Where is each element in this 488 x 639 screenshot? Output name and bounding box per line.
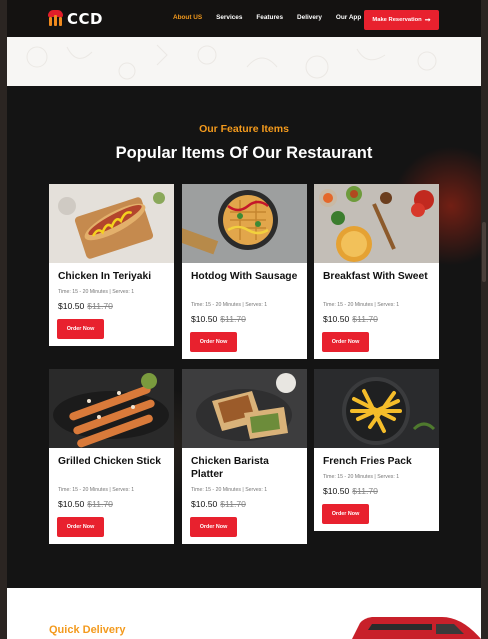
item-name: Chicken Barista Platter xyxy=(191,456,269,480)
item-prices: $10.50 $11.70 xyxy=(191,499,246,509)
waffle-pan-photo xyxy=(182,184,307,263)
item-meta: Time: 15 - 20 Minutes | Serves: 1 xyxy=(323,302,400,308)
item-name: French Fries Pack xyxy=(323,456,412,467)
delivery-kicker: Quick Delivery xyxy=(49,624,126,636)
scrollbar-track[interactable] xyxy=(481,0,488,639)
section-kicker: Our Feature Items xyxy=(199,123,289,135)
item-meta: Time: 15 - 20 Minutes | Serves: 1 xyxy=(58,487,135,493)
menu-item-card[interactable]: Grilled Chicken Stick Time: 15 - 20 Minu… xyxy=(49,369,174,544)
delivery-section: Quick Delivery xyxy=(7,588,481,639)
menu-item-card[interactable]: Chicken In Teriyaki Time: 15 - 20 Minute… xyxy=(49,184,174,346)
wrap-platter-photo xyxy=(182,369,307,448)
sauce-bowls-photo xyxy=(314,184,439,263)
item-name: Grilled Chicken Stick xyxy=(58,456,162,467)
menu-item-card[interactable]: French Fries Pack Time: 15 - 20 Minutes … xyxy=(314,369,439,531)
item-price: $10.50 xyxy=(191,499,218,509)
feature-items-section: Our Feature Items Popular Items Of Our R… xyxy=(7,86,481,588)
item-meta: Time: 15 - 20 Minutes | Serves: 1 xyxy=(191,302,268,308)
order-now-button[interactable]: Order Now xyxy=(57,319,104,339)
order-now-button[interactable]: Order Now xyxy=(57,517,104,537)
item-old-price: $11.70 xyxy=(220,314,246,324)
menu-item-card[interactable]: Breakfast With Sweet Time: 15 - 20 Minut… xyxy=(314,184,439,359)
logo[interactable]: CCD xyxy=(47,9,103,29)
nav-link-about[interactable]: About US xyxy=(173,14,202,21)
item-prices: $10.50 $11.70 xyxy=(323,486,378,496)
item-name: Chicken In Teriyaki xyxy=(58,271,152,282)
nav-link-services[interactable]: Services xyxy=(216,14,242,21)
hotdog-photo xyxy=(49,184,174,263)
item-prices: $10.50 $11.70 xyxy=(58,499,113,509)
item-prices: $10.50 $11.70 xyxy=(58,301,113,311)
chef-hat-logo-icon xyxy=(47,10,65,28)
item-old-price: $11.70 xyxy=(87,301,113,311)
item-price: $10.50 xyxy=(58,499,85,509)
item-price: $10.50 xyxy=(323,486,350,496)
item-name: Hotdog With Sausage xyxy=(191,271,298,282)
item-meta: Time: 15 - 20 Minutes | Serves: 1 xyxy=(58,289,135,295)
menu-item-card[interactable]: Chicken Barista Platter Time: 15 - 20 Mi… xyxy=(182,369,307,544)
skewers-photo xyxy=(49,369,174,448)
make-reservation-label: Make Reservation xyxy=(372,17,422,23)
page-frame: CCD About US Services Features Delivery … xyxy=(7,0,481,639)
item-meta: Time: 15 - 20 Minutes | Serves: 1 xyxy=(323,474,400,480)
nav-link-features[interactable]: Features xyxy=(256,14,283,21)
item-prices: $10.50 $11.70 xyxy=(323,314,378,324)
section-title: Popular Items Of Our Restaurant xyxy=(115,144,373,162)
scrollbar-thumb[interactable] xyxy=(482,222,486,282)
decorative-pattern-strip xyxy=(7,37,481,86)
make-reservation-button[interactable]: Make Reservation ➞ xyxy=(364,10,439,30)
item-old-price: $11.70 xyxy=(87,499,113,509)
order-now-button[interactable]: Order Now xyxy=(190,332,237,352)
delivery-van-image xyxy=(352,617,481,639)
top-navbar: CCD About US Services Features Delivery … xyxy=(7,0,481,37)
item-old-price: $11.70 xyxy=(352,486,378,496)
nav-link-delivery[interactable]: Delivery xyxy=(297,14,322,21)
item-price: $10.50 xyxy=(58,301,85,311)
nav-link-our-app[interactable]: Our App xyxy=(336,14,361,21)
arrow-right-icon: ➞ xyxy=(424,17,431,24)
item-prices: $10.50 $11.70 xyxy=(191,314,246,324)
order-now-button[interactable]: Order Now xyxy=(322,504,369,524)
order-now-button[interactable]: Order Now xyxy=(322,332,369,352)
nav-menu: About US Services Features Delivery Our … xyxy=(173,14,375,21)
menu-item-card[interactable]: Hotdog With Sausage Time: 15 - 20 Minute… xyxy=(182,184,307,359)
logo-text: CCD xyxy=(67,10,103,28)
item-old-price: $11.70 xyxy=(220,499,246,509)
fries-photo xyxy=(314,369,439,448)
item-old-price: $11.70 xyxy=(352,314,378,324)
item-name: Breakfast With Sweet xyxy=(323,271,428,282)
item-meta: Time: 15 - 20 Minutes | Serves: 1 xyxy=(191,487,268,493)
item-price: $10.50 xyxy=(323,314,350,324)
order-now-button[interactable]: Order Now xyxy=(190,517,237,537)
item-price: $10.50 xyxy=(191,314,218,324)
